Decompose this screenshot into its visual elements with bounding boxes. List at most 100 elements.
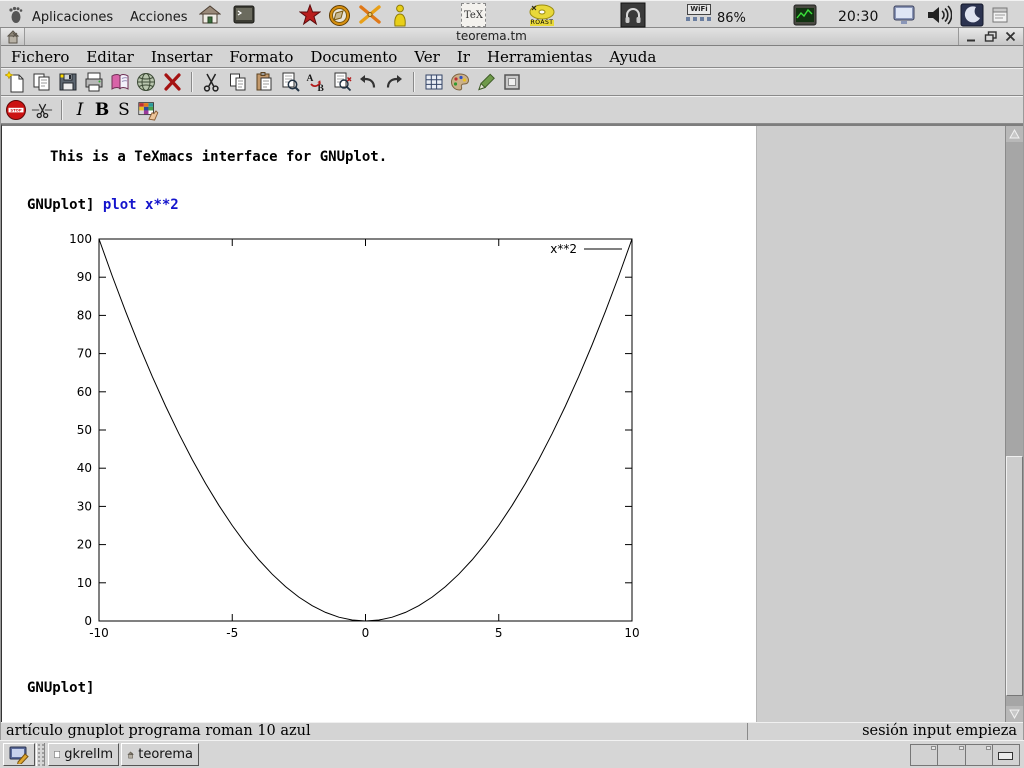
moon-screensaver-icon[interactable] (960, 4, 984, 26)
maximize-button[interactable] (984, 30, 998, 43)
gnuplot-prompt: GNUplot] (27, 680, 94, 696)
red-star-icon[interactable] (299, 4, 321, 26)
menubar: Fichero Editar Insertar Formato Document… (1, 46, 1023, 68)
clock-applet[interactable]: 20:30 (838, 6, 878, 28)
session-prompt-line[interactable]: GNUplot] (27, 680, 94, 696)
menu-herramientas[interactable]: Herramientas (487, 48, 592, 66)
save-document-icon[interactable] (57, 71, 79, 93)
wifi-label: WiFi (687, 4, 710, 15)
open-document-icon[interactable] (31, 71, 53, 93)
workspace-1[interactable] (911, 745, 938, 765)
menu-fichero[interactable]: Fichero (11, 48, 69, 66)
insert-frame-icon[interactable] (501, 71, 523, 93)
spell-check-icon[interactable] (331, 71, 353, 93)
crossed-tools-icon[interactable] (358, 4, 382, 26)
home-icon[interactable] (199, 4, 221, 26)
redo-icon[interactable] (383, 71, 405, 93)
toolbar-separator (191, 72, 193, 92)
status-bar: artículo gnuplot programa roman 10 azul … (1, 722, 1023, 740)
stop-session-icon[interactable]: STOP (5, 99, 27, 121)
status-left: artículo gnuplot programa roman 10 azul (1, 723, 747, 740)
display-icon[interactable] (893, 4, 915, 26)
document-page[interactable]: This is a TeXmacs interface for GNUplot.… (2, 126, 757, 722)
minimize-button[interactable] (965, 30, 978, 43)
toolbar-main: AB (1, 68, 1023, 96)
close-button[interactable] (1004, 30, 1017, 43)
desktop: Aplicaciones Acciones TeX ROAST (0, 0, 1024, 768)
svg-text:30: 30 (77, 499, 92, 513)
scroll-down-button[interactable] (1006, 706, 1023, 722)
print-document-icon[interactable] (83, 71, 105, 93)
insert-table-icon[interactable] (423, 71, 445, 93)
x-cd-roast-icon[interactable]: ROAST (528, 4, 556, 26)
window-title: teorema.tm (25, 28, 958, 45)
toolbar-separator (61, 100, 63, 120)
italic-button[interactable]: I (71, 100, 89, 120)
svg-text:50: 50 (77, 423, 92, 437)
bold-button[interactable]: B (93, 100, 111, 120)
compass-game-icon[interactable] (328, 4, 351, 26)
new-document-icon[interactable] (5, 71, 27, 93)
wifi-monitor-icon[interactable]: WiFi (686, 4, 712, 26)
cut-icon[interactable] (201, 71, 223, 93)
svg-text:70: 70 (77, 347, 92, 361)
person-icon[interactable] (391, 4, 409, 26)
replace-icon[interactable]: AB (305, 71, 327, 93)
panel-handle[interactable] (36, 743, 45, 766)
svg-text:5: 5 (495, 626, 503, 640)
globe-web-icon[interactable] (135, 71, 157, 93)
scrollbar-thumb[interactable] (1006, 456, 1023, 696)
menu-documento[interactable]: Documento (310, 48, 397, 66)
session-input-line[interactable]: GNUplot] plot x**2 (27, 197, 179, 213)
menu-acciones[interactable]: Acciones (130, 6, 188, 28)
color-palette-icon[interactable] (449, 71, 471, 93)
pen-draw-icon[interactable] (475, 71, 497, 93)
desktop-edit-button[interactable] (3, 743, 35, 766)
task-gkrellm[interactable]: gkrellm (48, 743, 119, 766)
book-icon[interactable] (109, 71, 131, 93)
menu-insertar[interactable]: Insertar (151, 48, 212, 66)
intro-text[interactable]: This is a TeXmacs interface for GNUplot. (50, 149, 387, 165)
menu-ayuda[interactable]: Ayuda (609, 48, 656, 66)
tex-launcher-icon[interactable]: TeX (461, 4, 486, 26)
texmacs-window: teorema.tm Fichero Editar Insertar Forma… (0, 28, 1024, 740)
workspace-2[interactable] (938, 745, 965, 765)
menu-aplicaciones[interactable]: Aplicaciones (32, 6, 113, 28)
svg-text:-5: -5 (226, 626, 238, 640)
titlebar[interactable]: teorema.tm (1, 28, 1023, 46)
texmacs-icon (127, 748, 134, 762)
menu-formato[interactable]: Formato (229, 48, 293, 66)
svg-text:90: 90 (77, 270, 92, 284)
copy-icon[interactable] (227, 71, 249, 93)
undo-icon[interactable] (357, 71, 379, 93)
svg-text:STOP: STOP (10, 108, 22, 113)
vertical-scrollbar[interactable] (1005, 126, 1023, 722)
wifi-percentage: 86% (717, 7, 746, 29)
gnome-menu-foot-icon[interactable] (6, 4, 26, 26)
menu-ir[interactable]: Ir (457, 48, 470, 66)
svg-text:80: 80 (77, 308, 92, 322)
system-monitor-icon[interactable] (793, 4, 817, 26)
status-right: sesión input empieza (747, 723, 1023, 740)
top-panel: Aplicaciones Acciones TeX ROAST (0, 0, 1024, 28)
paste-icon[interactable] (253, 71, 275, 93)
workspace-3[interactable] (966, 745, 993, 765)
headphones-icon[interactable] (620, 4, 646, 26)
cell-colors-icon[interactable] (137, 99, 159, 121)
workspace-4[interactable] (993, 745, 1019, 765)
speaker-volume-icon[interactable] (926, 4, 952, 26)
svg-text:x**2: x**2 (550, 242, 577, 256)
close-document-icon[interactable] (161, 71, 183, 93)
svg-text:0: 0 (362, 626, 370, 640)
strong-button[interactable]: S (115, 100, 133, 120)
gnuplot-chart: -10-505100102030405060708090100x**2 (62, 230, 642, 642)
terminal-icon[interactable] (233, 4, 255, 26)
find-icon[interactable] (279, 71, 301, 93)
menu-ver[interactable]: Ver (414, 48, 440, 66)
scroll-up-button[interactable] (1006, 126, 1023, 142)
interrupt-scissors-icon[interactable] (31, 99, 53, 121)
task-teorema[interactable]: teorema (121, 743, 199, 766)
notes-icon[interactable] (991, 4, 1009, 26)
menu-editar[interactable]: Editar (86, 48, 134, 66)
svg-text:A: A (307, 74, 314, 84)
